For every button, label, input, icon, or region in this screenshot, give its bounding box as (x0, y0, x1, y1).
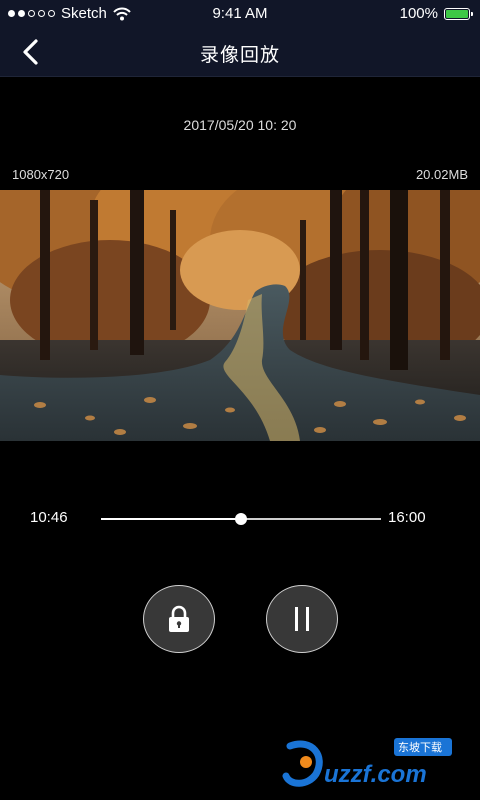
video-file-size: 20.02MB (415, 167, 468, 182)
battery-level (446, 9, 468, 18)
battery-percent: 100% (399, 5, 438, 22)
watermark-logo: uzzf.com 东坡下载 (282, 736, 472, 790)
uzzf-logo: uzzf.com 东坡下载 (282, 738, 452, 788)
lock-icon (169, 605, 189, 632)
video-resolution: 1080x720 (12, 167, 70, 182)
total-time: 16:00 (388, 509, 426, 526)
watermark-text: uzzf.com (324, 761, 427, 788)
pause-button[interactable] (266, 585, 338, 653)
watermark-badge: 东坡下载 (398, 741, 442, 754)
status-right: 100% (399, 5, 473, 22)
status-bar: Sketch 9:41 AM 100% (0, 0, 480, 28)
video-player[interactable] (0, 190, 480, 441)
progress-thumb[interactable] (235, 513, 247, 525)
nav-bar: 录像回放 (0, 28, 480, 77)
video-frame-image (0, 190, 480, 441)
recording-timestamp: 2017/05/20 10: 20 (183, 117, 297, 133)
battery-icon (444, 7, 473, 20)
pause-icon (295, 607, 309, 631)
lock-button[interactable] (143, 585, 215, 653)
progress-slider[interactable] (101, 513, 381, 525)
page-title: 录像回放 (199, 45, 280, 66)
current-time: 10:46 (30, 509, 68, 526)
progress-fill (101, 518, 241, 520)
